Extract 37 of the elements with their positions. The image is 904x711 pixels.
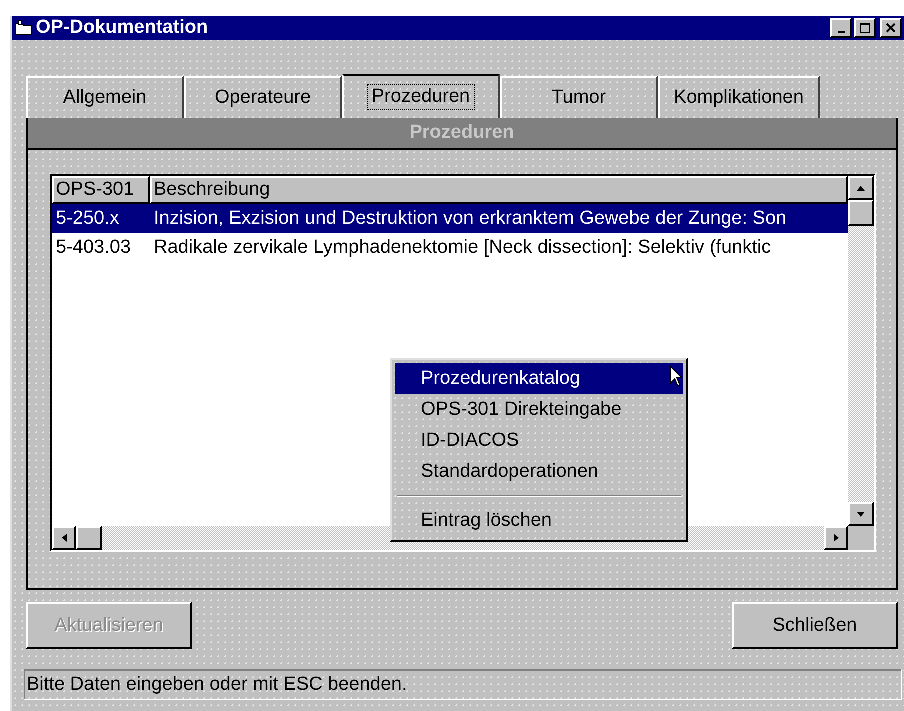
right-arrow-icon xyxy=(834,534,838,542)
maximize-icon xyxy=(860,23,870,33)
column-header[interactable]: Beschreibung xyxy=(150,176,848,204)
window-title: OP-Dokumentation xyxy=(36,17,210,39)
table-row[interactable]: 5-403.03 Radikale zervikale Lymphadenektomie [Neck dissection]: Selektiv (funktic xyxy=(52,233,848,262)
column-header[interactable]: OPS-301 xyxy=(52,176,150,204)
menu-item[interactable]: ID-DIACOS xyxy=(395,425,683,456)
menu-item[interactable]: Standardoperationen xyxy=(395,456,683,487)
down-arrow-icon xyxy=(857,512,865,516)
status-bar: Bitte Daten eingeben oder mit ESC beenden. xyxy=(24,669,902,700)
folder-icon xyxy=(15,20,33,36)
maximize-button[interactable] xyxy=(854,18,876,38)
up-arrow-icon xyxy=(857,186,865,190)
menu-item[interactable]: OPS-301 Direkteingabe xyxy=(395,394,683,425)
scroll-up-button[interactable] xyxy=(848,176,874,200)
table-cell-text: 5-250.x xyxy=(55,208,120,230)
panel-title: Prozeduren xyxy=(28,118,896,150)
table-row[interactable]: 5-250.x Inzision, Exzision und Destruktion von erkranktem Gewebe der Zunge: Son xyxy=(52,204,848,233)
scroll-left-button[interactable] xyxy=(52,526,76,550)
menu-item[interactable]: Prozedurenkatalog xyxy=(395,363,683,394)
scroll-thumb[interactable] xyxy=(848,200,874,226)
scrollbar-corner xyxy=(848,526,874,550)
minimize-icon xyxy=(838,31,844,33)
minimize-button[interactable] xyxy=(830,18,852,38)
left-arrow-icon xyxy=(62,534,66,542)
push-button[interactable]: Schließen xyxy=(732,602,898,649)
close-button[interactable] xyxy=(880,18,902,38)
scroll-right-button[interactable] xyxy=(824,526,848,550)
scroll-thumb[interactable] xyxy=(76,526,102,550)
vertical-scrollbar[interactable] xyxy=(848,176,874,526)
mouse-pointer-icon xyxy=(670,366,684,388)
menu-item[interactable]: Eintrag löschen xyxy=(395,505,683,536)
close-icon xyxy=(886,23,896,33)
table-cell-text: Radikale zervikale Lymphadenektomie [Neck dissection]: Selektiv (funktic xyxy=(153,236,772,258)
table-cell-text: Inzision, Exzision und Destruktion von erkranktem Gewebe der Zunge: Son xyxy=(153,208,787,230)
table-cell-text: 5-403.03 xyxy=(55,236,132,258)
scroll-down-button[interactable] xyxy=(848,502,874,526)
